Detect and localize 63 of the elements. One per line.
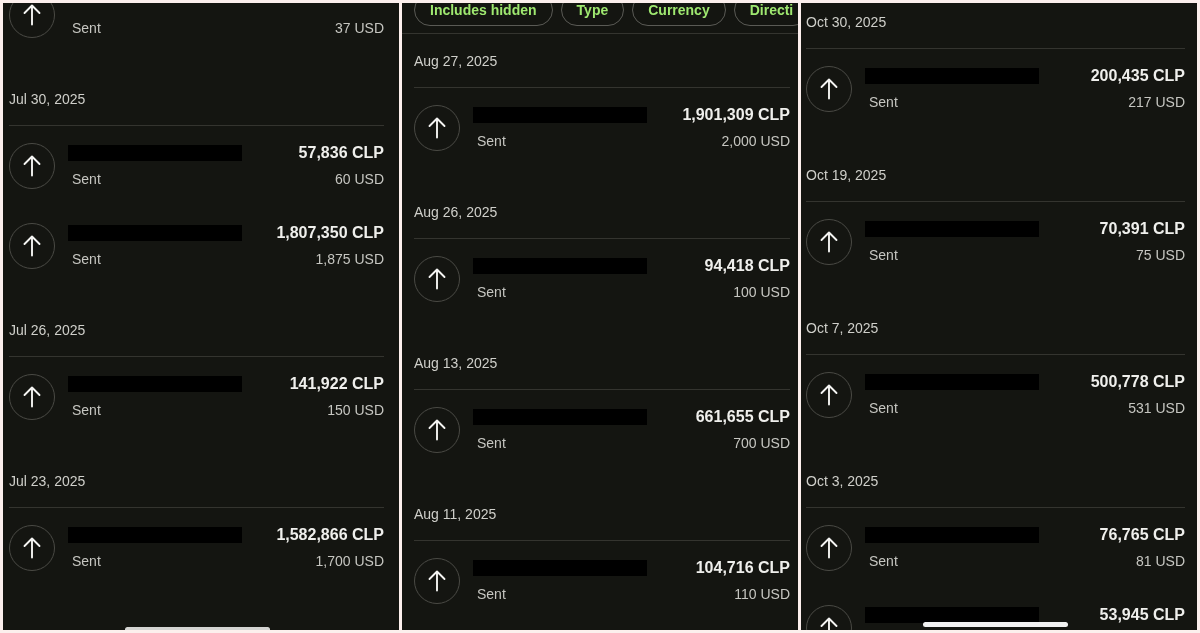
status-text: Sent bbox=[477, 132, 506, 151]
status-text: Sent bbox=[72, 250, 101, 269]
amount-text: 94,418 CLP bbox=[704, 256, 790, 276]
status-text: Sent bbox=[72, 170, 101, 189]
arrow-up-icon bbox=[806, 525, 852, 571]
date-header: Jul 26, 2025 bbox=[9, 321, 87, 340]
date-header: Aug 27, 2025 bbox=[414, 52, 499, 71]
amount-text: 500,778 CLP bbox=[1090, 372, 1185, 392]
arrow-up-icon bbox=[9, 374, 55, 420]
amount-text: 104,716 CLP bbox=[695, 558, 790, 578]
arrow-up-icon bbox=[414, 256, 460, 302]
arrow-up-icon bbox=[806, 219, 852, 265]
status-text: Sent bbox=[477, 434, 506, 453]
amount-text: 141,922 CLP bbox=[289, 374, 384, 394]
arrow-up-icon bbox=[9, 3, 55, 38]
amount-text: 76,765 CLP bbox=[1099, 525, 1185, 545]
date-header: Aug 13, 2025 bbox=[414, 354, 499, 373]
date-header: Jul 30, 2025 bbox=[9, 90, 87, 109]
converted-amount-text: 217 USD bbox=[1128, 93, 1185, 112]
arrow-up-icon bbox=[9, 143, 55, 189]
status-text: Sent bbox=[869, 93, 898, 112]
status-text: Sent bbox=[477, 585, 506, 604]
date-header: Jul 23, 2025 bbox=[9, 472, 87, 491]
converted-amount-text: 1,700 USD bbox=[315, 552, 384, 571]
converted-amount-text: 110 USD bbox=[734, 585, 790, 604]
status-text: Sent bbox=[72, 552, 101, 571]
arrow-up-icon bbox=[414, 105, 460, 151]
status-text: Sent bbox=[72, 19, 101, 38]
amount-text: 57,836 CLP bbox=[298, 143, 384, 163]
date-header: Oct 7, 2025 bbox=[806, 319, 880, 338]
converted-amount-text: 2,000 USD bbox=[721, 132, 790, 151]
amount-text: 53,945 CLP bbox=[1099, 605, 1185, 625]
status-text: Sent bbox=[477, 283, 506, 302]
arrow-up-icon bbox=[414, 558, 460, 604]
converted-amount-text: 531 USD bbox=[1128, 399, 1185, 418]
date-header: Aug 11, 2025 bbox=[414, 505, 498, 524]
amount-text: 1,807,350 CLP bbox=[276, 223, 384, 243]
amount-text: 70,391 CLP bbox=[1099, 219, 1185, 239]
arrow-up-icon bbox=[9, 223, 55, 269]
date-header: Oct 3, 2025 bbox=[806, 472, 880, 491]
amount-text: 1,582,866 CLP bbox=[276, 525, 384, 545]
status-text: Sent bbox=[869, 552, 898, 571]
amount-text: 200,435 CLP bbox=[1090, 66, 1185, 86]
converted-amount-text: 60 USD bbox=[334, 170, 384, 189]
date-header: Aug 26, 2025 bbox=[414, 203, 499, 222]
status-text: Sent bbox=[869, 399, 898, 418]
amount-text: 661,655 CLP bbox=[695, 407, 790, 427]
converted-amount-text: 700 USD bbox=[733, 434, 790, 453]
date-header: Oct 19, 2025 bbox=[806, 166, 888, 185]
arrow-up-icon bbox=[9, 525, 55, 571]
converted-amount-text: 75 USD bbox=[1135, 246, 1185, 265]
converted-amount-text: 150 USD bbox=[327, 401, 384, 420]
converted-amount-text: 81 USD bbox=[1135, 552, 1185, 571]
status-text: Sent bbox=[72, 401, 101, 420]
converted-amount-text: 37 USD bbox=[334, 19, 384, 38]
converted-amount-text: 1,875 USD bbox=[315, 250, 384, 269]
arrow-up-icon bbox=[806, 372, 852, 418]
arrow-up-icon bbox=[806, 66, 852, 112]
date-header: Oct 30, 2025 bbox=[806, 13, 888, 32]
amount-text: 1,901,309 CLP bbox=[682, 105, 790, 125]
arrow-up-icon bbox=[414, 407, 460, 453]
status-text: Sent bbox=[869, 246, 898, 265]
converted-amount-text: 100 USD bbox=[733, 283, 790, 302]
